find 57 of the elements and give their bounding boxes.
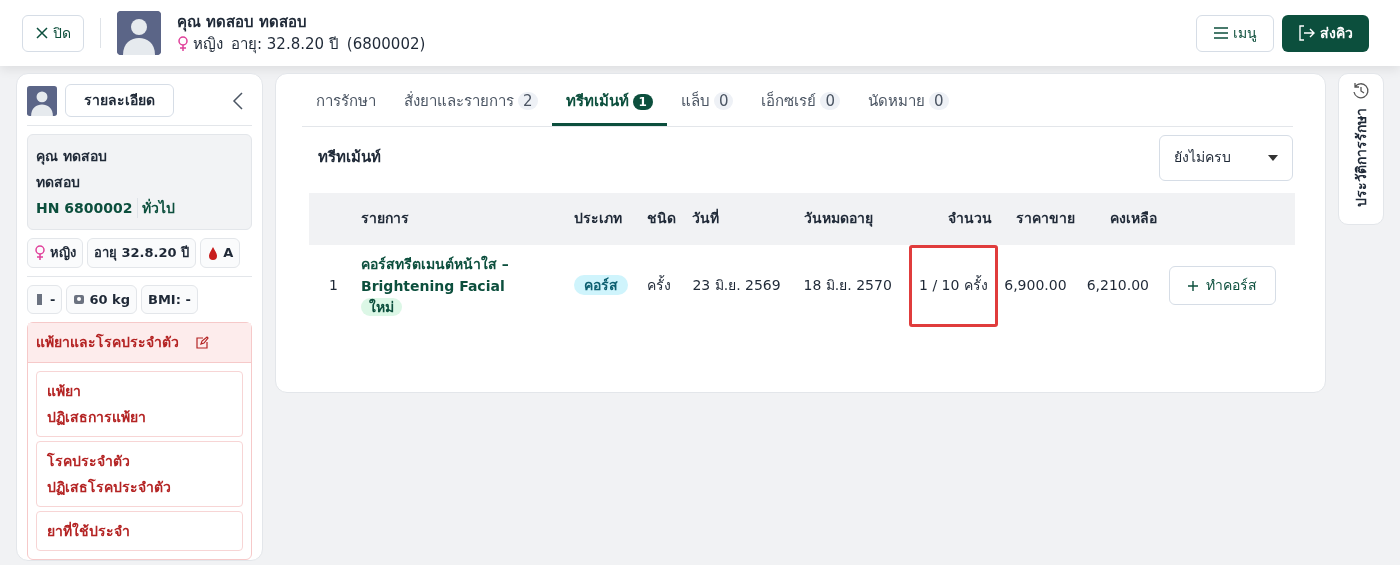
tab[interactable]: สั่งยาและรายการ 2: [390, 74, 552, 126]
start-course-button[interactable]: ทำคอร์ส: [1169, 266, 1277, 305]
menu-button[interactable]: เมนู: [1196, 14, 1274, 52]
patient-id: (6800002): [346, 34, 426, 55]
history-tab[interactable]: ประวัติการรักษา: [1338, 73, 1384, 225]
card-title: โรคประจำตัว: [47, 451, 131, 471]
table-cell: ครั้ง: [641, 244, 687, 327]
count-badge: 0: [713, 92, 734, 110]
hn-number: HN 6800002: [36, 199, 133, 218]
measure-chip: BMI: -: [141, 284, 198, 314]
patient-name: คุณ ทดสอบ: [36, 147, 108, 167]
card-title: ยาที่ใช้ประจำ: [47, 520, 131, 541]
info-chip: A: [200, 238, 241, 268]
table-cell: 18 มิ.ย. 2570: [797, 244, 909, 327]
tab[interactable]: แล็บ 0: [666, 74, 748, 126]
send-queue-button[interactable]: ส่งคิว: [1282, 14, 1369, 52]
close-button[interactable]: ปิด: [22, 14, 84, 52]
measure-chip: -: [27, 284, 63, 314]
age-text: อายุ: 32.8.20 ปี: [231, 34, 339, 56]
card-value: ปฏิเสธโรคประจำตัว: [47, 477, 172, 498]
tab[interactable]: การรักษา: [302, 74, 390, 126]
column-header: วันที่: [686, 192, 798, 245]
column-header: ราคาขาย: [998, 192, 1081, 245]
column-header: ชนิด: [641, 192, 687, 245]
panel-title: แพ้ยาและโรคประจำตัว: [36, 332, 179, 352]
section-title: ทรีทเม้นท์: [318, 147, 381, 169]
tab[interactable]: เอ็กซเรย์ 0: [747, 74, 854, 126]
type-tag: คอร์ส: [573, 275, 628, 295]
table-cell: 1: [309, 244, 355, 327]
column-header: รายการ: [355, 192, 568, 245]
table-cell: 23 มิ.ย. 2569: [686, 244, 798, 327]
count-badge: 1: [632, 94, 653, 110]
patient-type: ทั่วไป: [141, 197, 175, 218]
count-badge: 0: [929, 92, 949, 110]
column-header: จำนวน: [908, 192, 999, 245]
card-title: แพ้ยา: [47, 382, 82, 401]
table-cell: 6,210.00: [1080, 244, 1164, 327]
details-button[interactable]: รายละเอียด: [65, 84, 174, 117]
count-badge: 0: [820, 92, 840, 110]
tab[interactable]: ทรีทเม้นท์ 1: [551, 74, 667, 126]
count-badge: 2: [518, 92, 538, 110]
patient-name: คุณ ทดสอบ ทดสอบ: [177, 11, 309, 33]
column-header: คงเหลือ: [1080, 192, 1164, 245]
info-chip: อายุ 32.8.20 ปี: [87, 238, 197, 268]
column-header: ประเภท: [567, 192, 641, 245]
filter-select[interactable]: ยังไม่ครบ: [1159, 134, 1293, 181]
measure-chip: 60 kg: [66, 284, 137, 314]
gender-text: หญิง: [193, 34, 223, 55]
tab[interactable]: นัดหมาย 0: [854, 74, 963, 126]
item-name: คอร์สทรีตเมนต์หน้าใส – Brightening Facial: [361, 254, 510, 296]
info-chip: หญิง: [27, 238, 83, 268]
table-cell: 1 / 10 ครั้ง: [908, 244, 999, 327]
card-value: ปฏิเสธการแพ้ยา: [47, 408, 147, 428]
new-tag: ใหม่: [361, 298, 402, 316]
column-header: วันหมดอายุ: [797, 192, 909, 245]
table-cell: 6,900.00: [998, 244, 1081, 327]
patient-name: ทดสอบ: [36, 173, 81, 192]
